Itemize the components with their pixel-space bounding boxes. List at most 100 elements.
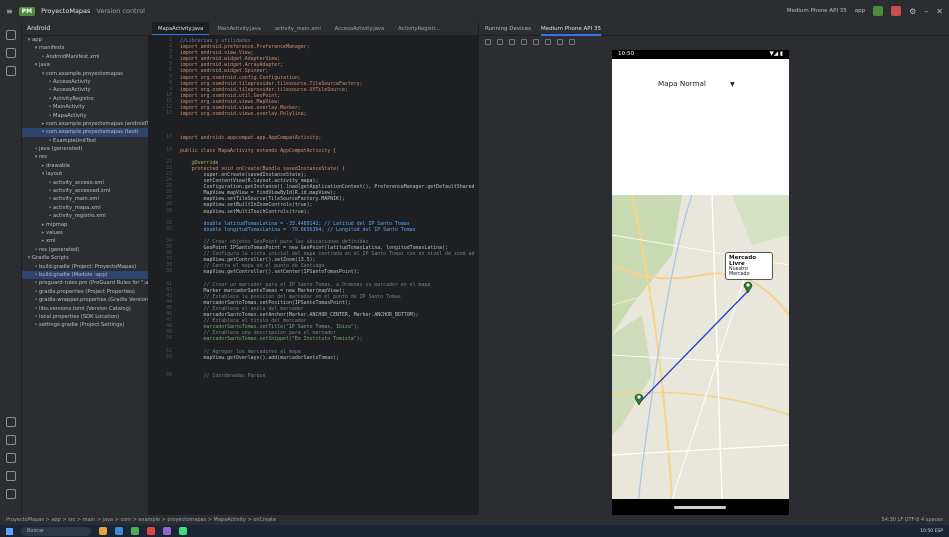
code-line[interactable]: import androidx.appcompat.app.AppCompatA…	[180, 135, 321, 141]
tree-item[interactable]: •MapaActivity	[22, 112, 148, 120]
tree-item[interactable]: •MainActivity	[22, 103, 148, 111]
minimize-icon[interactable]: –	[924, 7, 928, 16]
commit-icon[interactable]	[5, 48, 16, 58]
code-line[interactable]: Marker marcadorSantoTomas = new Marker(m…	[180, 288, 345, 294]
project-badge[interactable]: PM	[18, 6, 36, 16]
tree-item[interactable]: •activity_accesoad.xml	[22, 187, 148, 195]
rotate-icon[interactable]	[521, 39, 527, 45]
tree-item[interactable]: •ExampleUnitTest	[22, 137, 148, 145]
tree-item[interactable]: ▸ xml	[22, 237, 148, 245]
phone-screen[interactable]: 10:50 ▼◢ ▮ Mapa Normal ▼ Mercado Livre N…	[612, 50, 789, 515]
terminal-icon[interactable]	[5, 453, 16, 463]
more-icon[interactable]	[5, 66, 16, 76]
tree-item[interactable]: •java (generated)	[22, 145, 148, 153]
code-line[interactable]: mapView.getOverlays().add(marcadorSantoT…	[180, 355, 339, 361]
stop-icon[interactable]	[891, 6, 902, 16]
tab-running-devices[interactable]: Running Devices	[485, 26, 531, 32]
code-line[interactable]: protected void onCreate(Bundle savedInst…	[180, 166, 345, 172]
tree-item[interactable]: •activity_main.xml	[22, 195, 148, 203]
tree-item[interactable]: ▸ mipmap	[22, 221, 148, 229]
back-icon[interactable]	[533, 39, 539, 45]
run-config[interactable]: app	[855, 8, 865, 14]
tree-item[interactable]: ▾ com.example.proyectomapas (test)	[22, 128, 148, 137]
code-line[interactable]: import org.osmdroid.tileprovider.tilesou…	[180, 87, 348, 93]
map-view[interactable]: Mercado Livre Nuestro Mercado	[612, 195, 789, 499]
code-line[interactable]: marcadorSantoTomas.setSnippet("En Instit…	[180, 336, 363, 342]
code-line[interactable]: import android.widget.Spinner;	[180, 68, 268, 74]
code-line[interactable]: public class MapaActivity extends AppCom…	[180, 148, 336, 154]
version-control-menu[interactable]: Version control	[96, 7, 145, 15]
tree-item[interactable]: ▾ java	[22, 61, 148, 69]
code-line[interactable]: import android.preference.PreferenceMana…	[180, 44, 310, 50]
code-line[interactable]: mapView.setMultiTouchControls(true);	[180, 209, 310, 215]
editor-status[interactable]: 54:30 LF UTF-8 4 spaces	[882, 515, 943, 525]
tree-item[interactable]: •AccesoActivity	[22, 78, 148, 86]
tree-item[interactable]: •activity_acceso.xml	[22, 179, 148, 187]
editor-tab[interactable]: MainActivity.java	[211, 22, 267, 35]
run-icon[interactable]	[873, 6, 884, 16]
tree-item[interactable]: •proguard-rules.pro (ProGuard Rules for …	[22, 279, 148, 287]
code-line[interactable]: marcadorSantoTomas.setPosition(IPSantoTo…	[180, 300, 351, 306]
taskbar-app-icon[interactable]	[99, 527, 107, 535]
code-line[interactable]: // Establece el ancla del marcador	[180, 306, 304, 312]
code-line[interactable]: double longitudTomasLatina = -70.6656364…	[180, 227, 416, 233]
code-line[interactable]: // Establece una descripcion para el mar…	[180, 330, 337, 336]
code-line[interactable]: MapView mapView = findViewById(R.id.mapV…	[180, 190, 337, 196]
tree-item[interactable]: •res (generated)	[22, 246, 148, 254]
code-line[interactable]: import org.osmdroid.config.Configuration…	[180, 75, 301, 81]
code-line[interactable]: super.onCreate(savedInstanceState);	[180, 172, 307, 178]
tree-item[interactable]: ▸ drawable	[22, 162, 148, 170]
code-line[interactable]: mapView.setTileSource(TileSourceFactory.…	[180, 196, 345, 202]
taskbar-app-icon[interactable]	[115, 527, 123, 535]
code-line[interactable]: mapView.getController().setZoom(13.5);	[180, 257, 316, 263]
tree-item[interactable]: •build.gradle (Project: ProyectoMapas)	[22, 263, 148, 271]
code-line[interactable]: import org.osmdroid.views.MapView;	[180, 99, 280, 105]
tree-item[interactable]: •ActivityRegistro	[22, 95, 148, 103]
taskbar-app-icon[interactable]	[179, 527, 187, 535]
editor-tab[interactable]: ActivityRegistr...	[392, 22, 446, 35]
taskbar-search[interactable]: Buscar	[21, 526, 91, 536]
tree-item[interactable]: ▾ layout	[22, 170, 148, 178]
problems-icon[interactable]	[5, 471, 16, 481]
tree-item[interactable]: •build.gradle (Module :app)	[22, 270, 148, 280]
project-name[interactable]: ProyectoMapas	[41, 7, 90, 15]
project-icon[interactable]	[5, 30, 16, 40]
tree-item[interactable]: •gradle.properties (Project Properties)	[22, 288, 148, 296]
tree-item[interactable]: •activity_registro.xml	[22, 212, 148, 220]
code-line[interactable]: GeoPoint IPSantoTomasPoint = new GeoPoin…	[180, 245, 448, 251]
taskbar-app-icon[interactable]	[131, 527, 139, 535]
code-line[interactable]: mapView.getController().setCenter(IPSant…	[180, 269, 360, 275]
editor-tab[interactable]: activity_main.xml	[269, 22, 327, 35]
tree-item[interactable]: ▾ res	[22, 153, 148, 161]
code-line[interactable]: @Override	[180, 160, 219, 166]
map-type-spinner[interactable]: Mapa Normal ▼	[658, 79, 735, 88]
code-line[interactable]: marcadorSantoTomas.setAnchor(Marker.ANCH…	[180, 312, 419, 318]
home-icon[interactable]	[545, 39, 551, 45]
breadcrumb[interactable]: ProyectoMapas > app > src > main > java …	[6, 517, 276, 523]
volume-up-icon[interactable]	[497, 39, 503, 45]
marker-info-window[interactable]: Mercado Livre Nuestro Mercado	[725, 252, 773, 280]
code-line[interactable]: marcadorSantoTomas.setTitle("IP Santo To…	[180, 324, 360, 330]
tree-item[interactable]: ▾ app	[22, 36, 148, 44]
tree-item[interactable]: •gradle-wrapper.properties (Gradle Versi…	[22, 296, 148, 304]
home-gesture-handle[interactable]	[674, 506, 726, 509]
code-line[interactable]: import org.osmdroid.util.GeoPoint;	[180, 93, 280, 99]
code-line[interactable]: // Agregar los marcadores al mapa	[180, 349, 301, 355]
code-line[interactable]: // Centra el mapa en el punto de Santiag…	[180, 263, 325, 269]
system-tray[interactable]: 10:50 ESP	[920, 529, 943, 534]
close-icon[interactable]: ✕	[936, 7, 943, 16]
tree-item[interactable]: •local.properties (SDK Location)	[22, 313, 148, 321]
tree-item[interactable]: ▾ com.example.proyectomapas	[22, 70, 148, 78]
code-line[interactable]: Configuration.getInstance().load(getAppl…	[180, 184, 475, 190]
code-line[interactable]: // Coordenadas Parque	[180, 373, 266, 379]
code-line[interactable]: import android.view.View;	[180, 50, 254, 56]
tree-item[interactable]: •libs.versions.toml (Version Catalog)	[22, 305, 148, 313]
project-panel-header[interactable]: Android	[22, 22, 148, 36]
code-line[interactable]: // Crear un marcador para el IP Santo To…	[180, 282, 431, 288]
taskbar-app-icon[interactable]	[163, 527, 171, 535]
tree-item[interactable]: ▸ values	[22, 229, 148, 237]
device-selector[interactable]: Medium Phone API 35	[787, 8, 847, 14]
tree-item[interactable]: •AccesoActivity	[22, 86, 148, 94]
hamburger-icon[interactable]: ≡	[6, 7, 13, 16]
tree-item[interactable]: ▸ com.example.proyectomapas (androidTest)	[22, 120, 148, 128]
